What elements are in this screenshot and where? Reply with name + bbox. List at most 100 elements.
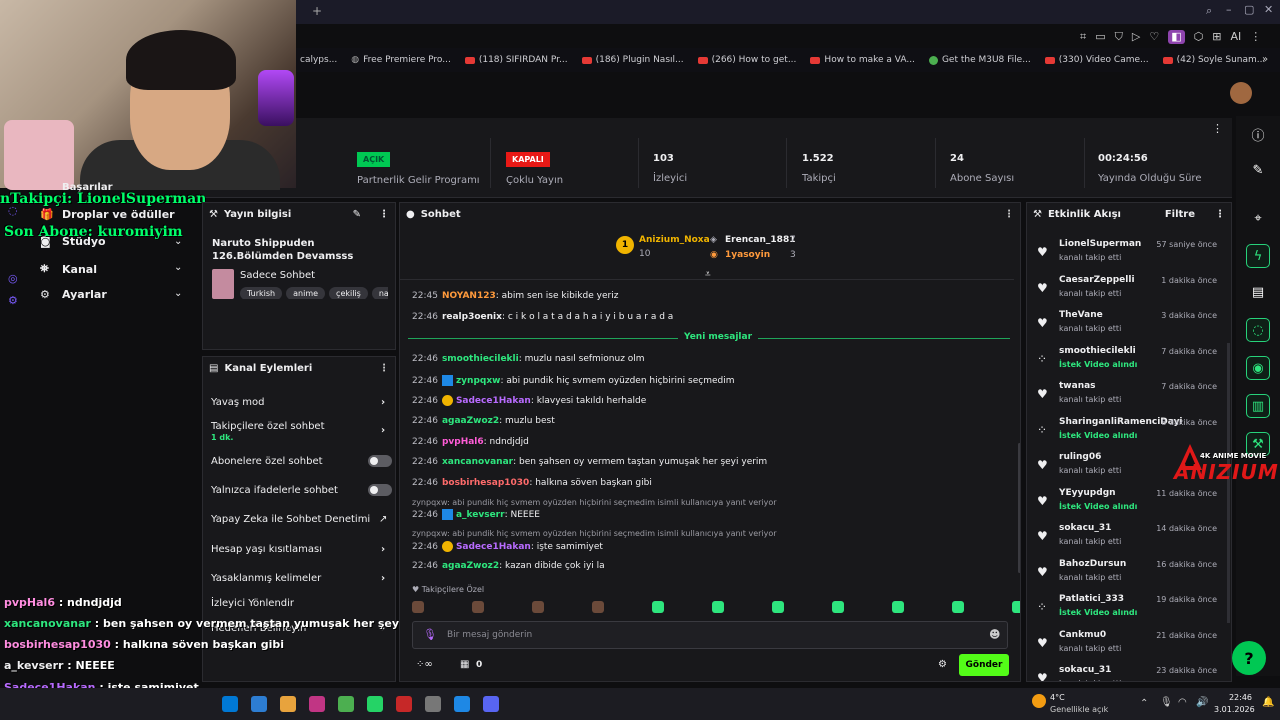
chat-message[interactable]: 22:46 agaaZwoz2: kazan dibide çok iyi la: [412, 561, 605, 571]
edge-icon[interactable]: [222, 696, 238, 712]
activity-user[interactable]: sokacu_31: [1059, 665, 1111, 675]
message-username[interactable]: pvpHal6: [442, 437, 484, 447]
camera-icon[interactable]: ▭: [1095, 30, 1105, 44]
chat-message[interactable]: 22:46 realp3oenix: c i k o l a t a d a h …: [412, 312, 673, 322]
chat-message[interactable]: 22:46 a_kevserr: NEEEE: [412, 509, 540, 520]
rss-icon[interactable]: ◎: [8, 272, 18, 285]
emote-icon[interactable]: [1012, 601, 1020, 613]
chat-message[interactable]: 22:46 pvpHal6: ndndjdjd: [412, 437, 529, 447]
chat-message[interactable]: 22:46 bosbirhesap1030: halkına söven başk…: [412, 478, 652, 488]
bookmark-item[interactable]: How to make a VA...: [810, 55, 915, 65]
subs-only-toggle[interactable]: [368, 455, 392, 467]
message-username[interactable]: xancanovanar: [442, 457, 513, 467]
message-username[interactable]: Sadece1Hakan: [456, 542, 531, 552]
menu-icon[interactable]: ⋮: [379, 363, 389, 374]
stats-menu-icon[interactable]: ⋮: [1212, 122, 1223, 135]
chat-message[interactable]: 22:46 smoothiecilekli: muzlu nasıl sefmio…: [412, 354, 645, 364]
activity-item[interactable]: ♥ sokacu_31 kanalı takip etti 23 dakika önc…: [1027, 661, 1223, 681]
more-bookmarks-icon[interactable]: »: [1262, 54, 1268, 65]
activity-user[interactable]: smoothiecilekli: [1059, 346, 1136, 356]
emote-icon[interactable]: [712, 601, 724, 613]
message-username[interactable]: NOYAN123: [442, 291, 496, 301]
bookmark-item[interactable]: (266) How to get...: [697, 55, 796, 65]
activity-item[interactable]: ⁘ Patlatici_333 İstek Video alındı 19 dakik…: [1027, 590, 1223, 626]
gear-icon[interactable]: ⚙: [938, 659, 947, 670]
mic-icon[interactable]: 🎙: [423, 628, 437, 641]
stream-tag[interactable]: Turkish: [240, 287, 283, 299]
message-username[interactable]: zynpqxw: [456, 376, 501, 386]
emote-icon[interactable]: [532, 601, 544, 613]
action-account-age[interactable]: Hesap yaşı kısıtlaması ›: [211, 544, 391, 555]
chat-icon[interactable]: ◌: [1246, 318, 1270, 342]
volume-icon[interactable]: 🔊: [1196, 697, 1208, 708]
chat-message[interactable]: 22:46 agaaZwoz2: muzlu best: [412, 416, 555, 426]
activity-item[interactable]: ♥ CaesarZeppelli kanalı takip etti 1 dakika…: [1027, 271, 1223, 307]
tray-expand-icon[interactable]: ⌃: [1140, 698, 1148, 709]
steam-icon[interactable]: [454, 696, 470, 712]
points-icon[interactable]: ⁘∞: [416, 659, 433, 670]
shield-icon[interactable]: ⛉: [1115, 30, 1123, 44]
chevron-down-icon[interactable]: ⌄: [174, 262, 182, 273]
reply-context[interactable]: zynpqxw: abi pundik hiç svmem oyüzden hi…: [412, 498, 777, 507]
bookmark-item[interactable]: (186) Plugin Nasıl...: [581, 55, 684, 65]
help-button[interactable]: ?: [1232, 641, 1266, 675]
top-chatter-name[interactable]: Anizium_Noxa: [639, 235, 710, 245]
notification-icon[interactable]: 🔔: [1262, 697, 1274, 708]
broadcast-icon[interactable]: ◉: [1246, 356, 1270, 380]
message-username[interactable]: agaaZwoz2: [442, 416, 499, 426]
emote-icon[interactable]: [772, 601, 784, 613]
wifi-icon[interactable]: ◠: [1178, 697, 1187, 708]
action-followers-only[interactable]: Takipçilere özel sohbet ›: [211, 421, 391, 436]
clipboard-icon[interactable]: ▤: [1246, 280, 1270, 304]
activity-user[interactable]: YEyyupdgn: [1059, 488, 1116, 498]
app-icon[interactable]: [425, 696, 441, 712]
gift-icon[interactable]: ▦: [460, 659, 469, 670]
action-raid[interactable]: İzleyici Yönlendir: [211, 598, 391, 609]
pencil-icon[interactable]: ✎: [1246, 158, 1270, 182]
pencil-icon[interactable]: ✎: [353, 209, 361, 220]
bookmark-item[interactable]: ◍ Free Premiere Pro...: [351, 55, 451, 65]
activity-user[interactable]: BahozDursun: [1059, 559, 1126, 569]
activity-item[interactable]: ♥ sokacu_31 kanalı takip etti 14 dakika önc…: [1027, 519, 1223, 555]
puzzle-icon[interactable]: ⬡: [1194, 30, 1204, 44]
emote-icon[interactable]: [832, 601, 844, 613]
clock-time[interactable]: 22:46: [1220, 693, 1252, 702]
play-icon[interactable]: ▷: [1132, 30, 1140, 44]
activity-user[interactable]: TheVane: [1059, 310, 1103, 320]
stream-tag[interactable]: naru: [371, 287, 388, 299]
activity-item[interactable]: ⁘ smoothiecilekli İstek Video alındı 7 daki…: [1027, 342, 1223, 378]
emote-icon[interactable]: [952, 601, 964, 613]
menu-icon[interactable]: ⋮: [1250, 30, 1261, 44]
bookmark-item[interactable]: (330) Video Came...: [1044, 55, 1149, 65]
activity-item[interactable]: ♥ BahozDursun kanalı takip etti 16 dakika ö…: [1027, 555, 1223, 591]
menu-icon[interactable]: ⋮: [1215, 209, 1225, 220]
bookmark-item[interactable]: (42) Soyle Sunam...: [1162, 55, 1265, 65]
activity-user[interactable]: LionelSuperman: [1059, 239, 1141, 249]
emote-icon[interactable]: [592, 601, 604, 613]
chat-message[interactable]: 22:46 Sadece1Hakan: işte samimiyet: [412, 541, 603, 552]
weather-icon[interactable]: [1032, 694, 1046, 708]
emoji-icon[interactable]: ☻: [989, 628, 1000, 641]
info-icon[interactable]: ⓘ: [1246, 122, 1270, 146]
menu-icon[interactable]: ⋮: [379, 209, 389, 220]
message-username[interactable]: a_kevserr: [456, 510, 505, 520]
layout-icon[interactable]: ▥: [1246, 394, 1270, 418]
stream-category[interactable]: Sadece Sohbet: [240, 270, 315, 281]
whatsapp-icon[interactable]: [367, 696, 383, 712]
stream-tag[interactable]: anime: [286, 287, 326, 299]
chrome-icon[interactable]: [338, 696, 354, 712]
close-icon[interactable]: ✕: [1264, 3, 1273, 16]
gear-icon[interactable]: ⚙: [8, 294, 18, 307]
activity-item[interactable]: ♥ twanas kanalı takip etti 7 dakika önce: [1027, 377, 1223, 413]
chat-scrollbar[interactable]: [1018, 443, 1020, 573]
discord-icon[interactable]: [483, 696, 499, 712]
action-ai-moderation[interactable]: Yapay Zeka ile Sohbet Denetimi ↗: [211, 514, 391, 525]
bookmark-item[interactable]: calyps...: [296, 55, 337, 65]
emote-icon[interactable]: [472, 601, 484, 613]
top-chatter-name[interactable]: Erencan_1881: [725, 235, 795, 245]
chat-message[interactable]: 22:45 NOYAN123: abim sen ise kibikde yeri…: [412, 291, 618, 301]
sidebar-item-channel[interactable]: ⛯ Kanal: [40, 262, 97, 276]
avatar[interactable]: [1230, 82, 1252, 104]
activity-item[interactable]: ♥ TheVane kanalı takip etti 3 dakika önce: [1027, 306, 1223, 342]
activity-user[interactable]: Cankmu0: [1059, 630, 1106, 640]
